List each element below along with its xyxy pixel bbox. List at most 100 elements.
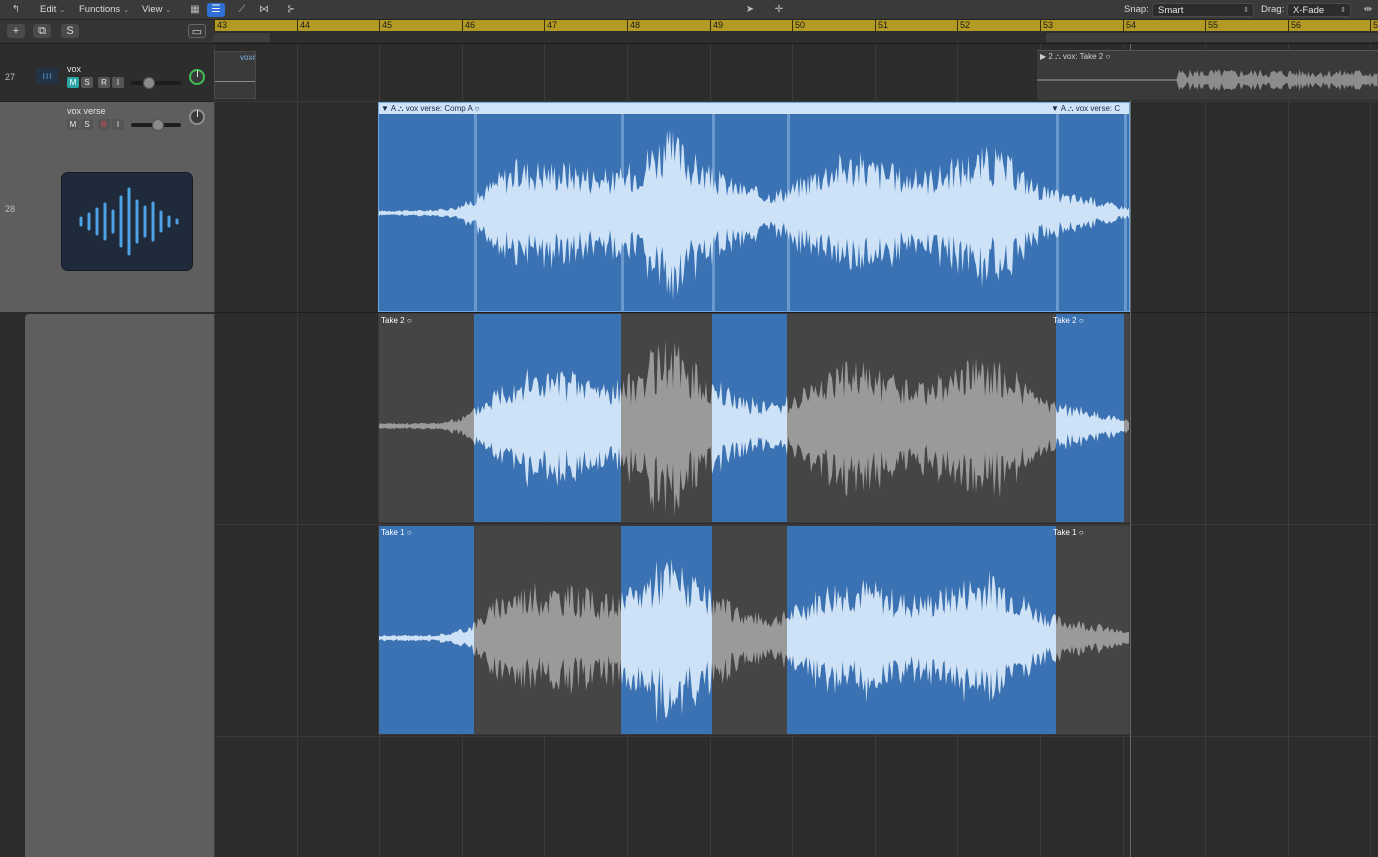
take-name: Take 1 bbox=[1053, 528, 1077, 537]
mute-button[interactable]: M bbox=[67, 119, 79, 130]
bar-number: 44 bbox=[297, 20, 310, 31]
bar-number: 54 bbox=[1123, 20, 1136, 31]
loop-circle-icon: ○ bbox=[406, 528, 412, 537]
take-label-right: Take 1 ○ bbox=[1053, 528, 1084, 538]
input-monitor-button[interactable]: I bbox=[112, 77, 124, 88]
toolbar: ↰ Edit ⌄ Functions ⌄ View ⌄ ▦ ☰ ⟋ ⋈ ⊱ ➤ ✛ S… bbox=[0, 0, 1378, 20]
fader-knob[interactable] bbox=[143, 77, 155, 89]
bar-number: 46 bbox=[462, 20, 475, 31]
global-solo-button[interactable]: S bbox=[61, 24, 79, 38]
bar-number: 57 bbox=[1370, 20, 1378, 31]
take-2-waveform bbox=[379, 314, 1129, 522]
marker-segment bbox=[1046, 33, 1378, 42]
track-name[interactable]: vox bbox=[67, 64, 81, 74]
snap-select[interactable]: Smart ⇕ bbox=[1152, 3, 1254, 17]
audio-region-vox[interactable]: vox# bbox=[214, 51, 256, 99]
flex-icon[interactable]: ⋈ bbox=[255, 3, 273, 17]
track-header-vox[interactable]: 27 ≀≀≀ vox M S R I bbox=[0, 44, 214, 102]
take-1-waveform bbox=[379, 526, 1129, 734]
take-name: Take 2 bbox=[1053, 316, 1077, 325]
automation-icon[interactable]: ⟋ bbox=[233, 3, 251, 17]
bar-number: 52 bbox=[957, 20, 970, 31]
waveform-icon bbox=[79, 187, 179, 256]
playhead-line bbox=[1130, 44, 1131, 857]
back-arrow-icon[interactable]: ↰ bbox=[7, 3, 25, 17]
track-headers: 27 ≀≀≀ vox M S R I 28 vox verse M S R I bbox=[0, 44, 214, 857]
take-lanes-header bbox=[0, 312, 214, 857]
record-button[interactable]: R bbox=[98, 119, 110, 130]
chevron-down-icon: ⌄ bbox=[123, 7, 130, 14]
drag-value: X-Fade bbox=[1293, 5, 1325, 16]
pan-needle bbox=[197, 70, 198, 77]
take-name: Take 1 bbox=[381, 528, 405, 537]
fader-knob[interactable] bbox=[152, 119, 164, 131]
secondary-tool-icon[interactable]: ✛ bbox=[770, 3, 788, 17]
bar-number: 50 bbox=[792, 20, 805, 31]
loop-circle-icon: ○ bbox=[406, 316, 412, 325]
bar-number: 53 bbox=[1040, 20, 1053, 31]
chevron-down-icon: ⌄ bbox=[165, 7, 172, 14]
calendar-icon[interactable]: ▭ bbox=[188, 24, 206, 38]
take-label-right: Take 2 ○ bbox=[1053, 316, 1084, 326]
pan-knob[interactable] bbox=[189, 69, 205, 85]
zoom-icon[interactable]: ⇹ bbox=[1359, 3, 1377, 17]
track-header-vox-verse[interactable]: 28 vox verse M S R I bbox=[0, 102, 214, 312]
duplicate-track-icon[interactable]: ⧉ bbox=[33, 24, 51, 38]
audio-region-vox-take-2[interactable]: ▶ 2 ⛬ vox: Take 2 ○ bbox=[1037, 50, 1378, 100]
take-lanes-panel bbox=[25, 314, 214, 857]
updown-icon: ⇕ bbox=[1340, 7, 1346, 14]
bar-number: 56 bbox=[1288, 20, 1301, 31]
plus-icon[interactable]: + bbox=[7, 24, 25, 38]
pointer-tool-icon[interactable]: ➤ bbox=[741, 3, 759, 17]
snap-value: Smart bbox=[1158, 5, 1184, 16]
solo-button[interactable]: S bbox=[81, 119, 93, 130]
comp-waveform bbox=[379, 114, 1129, 311]
waveform-icon: ≀≀≀ bbox=[36, 68, 58, 84]
track-icon-tile bbox=[62, 173, 192, 270]
bar-number: 48 bbox=[627, 20, 640, 31]
view-menu[interactable]: View ⌄ bbox=[138, 3, 175, 17]
logic-arrange-window: ↰ Edit ⌄ Functions ⌄ View ⌄ ▦ ☰ ⟋ ⋈ ⊱ ➤ ✛ S… bbox=[0, 0, 1378, 857]
edit-menu[interactable]: Edit ⌄ bbox=[36, 3, 69, 17]
edit-menu-label: Edit bbox=[40, 4, 57, 15]
take-2-lane[interactable]: Take 2 ○ Take 2 ○ bbox=[378, 313, 1130, 523]
volume-fader[interactable] bbox=[131, 77, 181, 89]
view-menu-label: View bbox=[142, 4, 163, 15]
solo-button[interactable]: S bbox=[81, 77, 93, 88]
take-1-lane[interactable]: Take 1 ○ Take 1 ○ bbox=[378, 525, 1130, 735]
catch-icon[interactable]: ⊱ bbox=[282, 3, 300, 17]
waveform bbox=[1037, 69, 1378, 91]
functions-menu[interactable]: Functions ⌄ bbox=[75, 3, 133, 17]
take-label: Take 2 ○ bbox=[381, 316, 412, 326]
track-header-toolbar: + ⧉ S ▭ bbox=[0, 20, 214, 44]
take-label: Take 1 ○ bbox=[381, 528, 412, 538]
bar-number: 47 bbox=[544, 20, 557, 31]
mute-button[interactable]: M bbox=[67, 77, 79, 88]
input-monitor-button[interactable]: I bbox=[112, 119, 124, 130]
volume-fader[interactable] bbox=[131, 119, 181, 131]
grid-view-icon[interactable]: ▦ bbox=[186, 3, 204, 17]
functions-menu-label: Functions bbox=[79, 4, 121, 15]
waveform bbox=[215, 81, 255, 82]
comp-region[interactable]: ▼ A ⛬ vox verse: Comp A ○ ▼ A ⛬ vox vers… bbox=[378, 102, 1130, 312]
tracks-area[interactable]: vox# ▶ 2 ⛬ vox: Take 2 ○ ▼ A ⛬ vox verse… bbox=[214, 44, 1378, 857]
loop-circle-icon: ○ bbox=[1078, 316, 1084, 325]
track-name[interactable]: vox verse bbox=[67, 106, 106, 116]
region-label: vox# bbox=[240, 53, 256, 62]
bar-number: 49 bbox=[710, 20, 723, 31]
lane-divider bbox=[214, 736, 1378, 737]
record-button[interactable]: R bbox=[98, 77, 110, 88]
bar-ruler[interactable]: 43 44 45 46 47 48 49 50 51 52 53 54 55 56 57 bbox=[214, 20, 1378, 44]
chevron-down-icon: ⌄ bbox=[59, 7, 66, 14]
pan-knob[interactable] bbox=[189, 109, 205, 125]
list-view-icon[interactable]: ☰ bbox=[207, 3, 225, 17]
track-number: 27 bbox=[4, 72, 15, 82]
drag-select[interactable]: X-Fade ⇕ bbox=[1287, 3, 1351, 17]
bar-number: 55 bbox=[1205, 20, 1218, 31]
pan-needle bbox=[197, 110, 198, 117]
take-name: Take 2 bbox=[381, 316, 405, 325]
bar-number: 51 bbox=[875, 20, 888, 31]
drag-label: Drag: bbox=[1261, 4, 1285, 15]
marker-segment bbox=[214, 33, 270, 42]
track-number: 28 bbox=[4, 204, 15, 214]
